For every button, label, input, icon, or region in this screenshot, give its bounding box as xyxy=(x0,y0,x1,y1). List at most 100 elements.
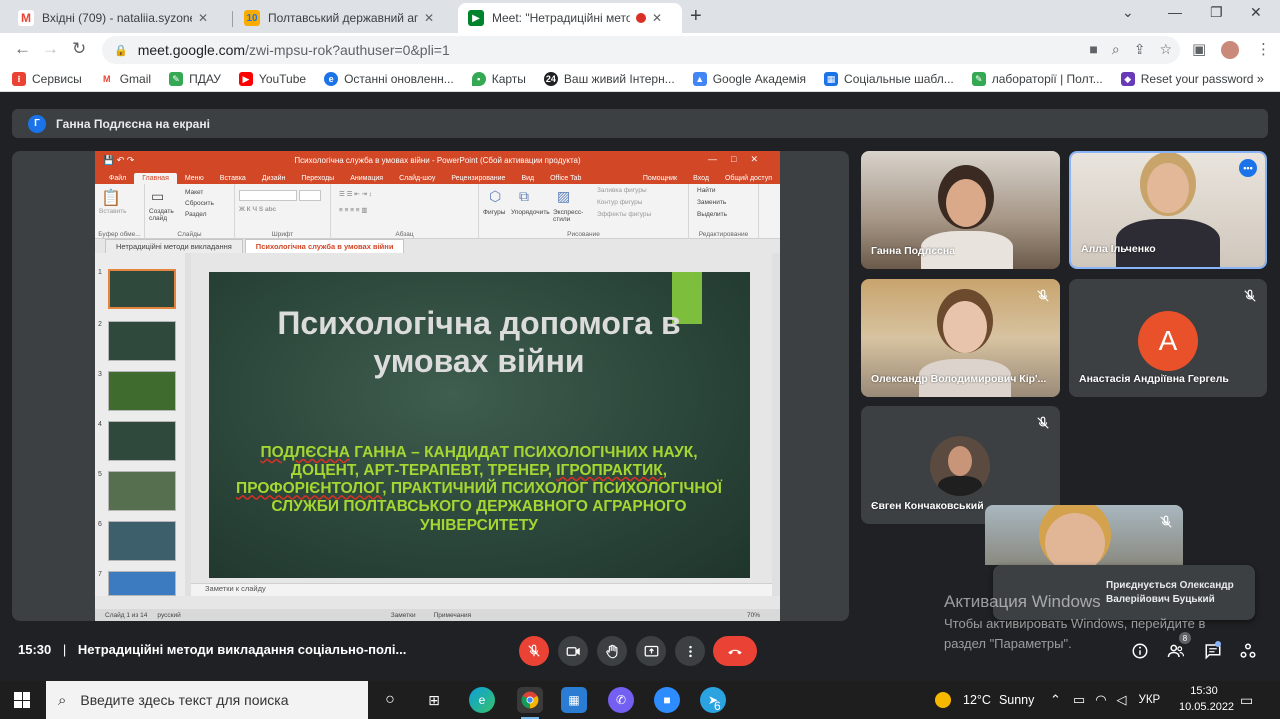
list-icons[interactable]: ☰ ☰ ⇤ ⇥ ↕ xyxy=(339,190,372,198)
bookmark-updates[interactable]: e Останні оновленн... xyxy=(324,72,454,86)
menu-share[interactable]: Общий доступ xyxy=(717,175,780,184)
shapes-icon[interactable]: ⬡ xyxy=(489,188,501,205)
participant-tile-3[interactable]: Олександр Володимирович Кір'... xyxy=(861,279,1060,397)
bookmark-youtube[interactable]: ▶ YouTube xyxy=(238,72,306,86)
find-button[interactable]: Найти xyxy=(697,187,716,194)
lock-icon[interactable]: 🔒 xyxy=(114,44,128,57)
font-format-icons[interactable]: Ж К Ч S abc xyxy=(239,206,276,213)
slide-thumbnail-7[interactable] xyxy=(108,571,176,596)
menu-office-tab[interactable]: Office Tab xyxy=(542,175,589,184)
slide-thumbnail-3[interactable] xyxy=(108,371,176,411)
thumbnail-scrollbar[interactable] xyxy=(185,253,191,596)
volume-icon[interactable]: ◁ xyxy=(1117,692,1127,708)
mic-button[interactable] xyxy=(519,636,549,666)
close-icon[interactable]: ✕ xyxy=(198,11,208,25)
telegram-icon[interactable]: ➤ xyxy=(700,687,726,713)
menu-transitions[interactable]: Переходы xyxy=(293,175,342,184)
close-icon[interactable]: ✕ xyxy=(424,11,434,25)
participant-tile-1[interactable]: Ганна Подлєсна xyxy=(861,151,1060,269)
bookmark-gmail[interactable]: M Gmail xyxy=(99,72,151,86)
section-button[interactable]: Раздел xyxy=(185,211,206,218)
more-options-icon[interactable]: ••• xyxy=(1239,159,1257,177)
arrange-icon[interactable]: ⧉ xyxy=(519,188,529,205)
address-bar[interactable]: 🔒 meet.google.com/zwi-mpsu-rok?authuser=… xyxy=(102,36,1180,64)
menu-animation[interactable]: Анимация xyxy=(342,175,391,184)
menu-login[interactable]: Вход xyxy=(685,175,717,184)
doc-tab-methods[interactable]: Нетрадиційні методи викладання xyxy=(105,239,243,253)
more-options-button[interactable] xyxy=(675,636,705,666)
menu-help[interactable]: Помощник xyxy=(635,175,685,184)
menu-icon[interactable]: ⋮ xyxy=(1256,40,1271,58)
chevron-up-icon[interactable]: ⌃ xyxy=(1050,692,1061,708)
camera-icon[interactable]: ■ xyxy=(1089,41,1097,58)
forward-button[interactable]: → xyxy=(42,39,59,59)
bookmark-labs[interactable]: ✎ лабораторії | Полт... xyxy=(971,72,1103,86)
slide-thumbnail-5[interactable] xyxy=(108,471,176,511)
bookmark-templates[interactable]: ▦ Соціальные шабл... xyxy=(824,72,954,86)
paste-icon[interactable]: 📋 xyxy=(101,188,121,208)
participant-tile-4[interactable]: А Анастасія Андріївна Гергель xyxy=(1069,279,1267,397)
share-icon[interactable]: ⇪ xyxy=(1134,41,1146,58)
zoom-level[interactable]: 70% xyxy=(747,612,780,619)
people-icon[interactable] xyxy=(1167,642,1185,660)
widgets-icon[interactable]: ⊞ xyxy=(421,687,447,713)
slide-thumbnail-4[interactable] xyxy=(108,421,176,461)
replace-button[interactable]: Заменить xyxy=(697,199,726,206)
bookmark-reset[interactable]: ◆ Reset your password xyxy=(1120,72,1253,86)
restore-button[interactable]: ❐ xyxy=(1210,4,1223,21)
notifications-icon[interactable]: ▭ xyxy=(1240,681,1253,719)
new-tab-button[interactable]: + xyxy=(690,5,702,28)
zoom-icon[interactable]: ⌕ xyxy=(1112,41,1120,58)
store-icon[interactable]: ▦ xyxy=(561,687,587,713)
raise-hand-button[interactable] xyxy=(597,636,627,666)
more-bookmarks-icon[interactable]: » xyxy=(1257,71,1264,86)
participant-tile-6[interactable] xyxy=(985,505,1183,565)
bookmark-services[interactable]: ⁝ Сервисы xyxy=(12,72,82,86)
menu-review[interactable]: Рецензирование xyxy=(443,175,513,184)
slide-thumbnail-1[interactable] xyxy=(108,269,176,309)
taskbar-search[interactable]: ⌕ Введите здесь текст для поиска xyxy=(46,681,368,719)
shared-screen[interactable]: 💾 ↶ ↷ Психологічна служба в умовах війни… xyxy=(12,151,849,621)
minimize-button[interactable]: — xyxy=(1168,4,1182,20)
zoom-app-icon[interactable]: ■ xyxy=(654,687,680,713)
doc-tab-psych-service[interactable]: Психологічна служба в умовах війни xyxy=(244,239,405,253)
battery-icon[interactable]: ▭ xyxy=(1073,692,1085,708)
shape-outline-button[interactable]: Контур фигуры xyxy=(597,199,642,206)
profile-avatar[interactable] xyxy=(1219,39,1241,61)
info-icon[interactable] xyxy=(1131,642,1149,660)
new-slide-icon[interactable]: ▭ xyxy=(151,188,164,205)
slide-scrollbar[interactable] xyxy=(772,253,780,596)
reload-button[interactable]: ↻ xyxy=(72,39,86,59)
slide-thumbnail-2[interactable] xyxy=(108,321,176,361)
language-indicator[interactable]: УКР xyxy=(1139,694,1161,706)
camera-button[interactable] xyxy=(558,636,588,666)
menu-design[interactable]: Дизайн xyxy=(254,175,294,184)
windows-start-icon[interactable] xyxy=(14,692,30,708)
menu-slideshow[interactable]: Слайд-шоу xyxy=(391,175,443,184)
chrome-icon[interactable] xyxy=(517,687,543,719)
quick-styles-icon[interactable]: ▨ xyxy=(557,188,570,205)
system-clock[interactable]: 15:30 10.05.2022 xyxy=(1179,684,1234,716)
back-button[interactable]: ← xyxy=(14,39,31,59)
shape-effects-button[interactable]: Эффекты фигуры xyxy=(597,211,651,218)
close-window-button[interactable]: ✕ xyxy=(1250,4,1262,21)
notes-toggle[interactable]: Заметки xyxy=(391,612,416,619)
notes-pane[interactable]: Заметки к слайду xyxy=(191,583,772,596)
side-panel-icon[interactable]: ▣ xyxy=(1192,40,1206,58)
tab-meet[interactable]: ▶ Meet: "Нетрадиційні методи ✕ xyxy=(458,3,682,33)
tab-gmail[interactable]: M Вхідні (709) - nataliia.syzonenko@ ✕ xyxy=(8,3,218,33)
current-slide[interactable]: Психологічна допомога в умовах війни ПОД… xyxy=(209,272,750,578)
tab-pdau[interactable]: 10 Полтавський державний аграрн ✕ xyxy=(234,3,444,33)
align-icons[interactable]: ≡ ≡ ≡ ≡ ▥ xyxy=(339,206,368,214)
slide-thumbnail-6[interactable] xyxy=(108,521,176,561)
layout-button[interactable]: Макет xyxy=(185,189,203,196)
bookmark-pdau[interactable]: ✎ ПДАУ xyxy=(169,72,221,86)
menu-menu[interactable]: Меню xyxy=(177,175,212,184)
menu-view[interactable]: Вид xyxy=(513,175,542,184)
shape-fill-button[interactable]: Заливка фигуры xyxy=(597,187,647,194)
menu-file[interactable]: Файл xyxy=(101,175,134,184)
edge-icon[interactable]: e xyxy=(469,687,495,713)
close-icon[interactable]: ✕ xyxy=(652,11,662,25)
present-button[interactable] xyxy=(636,636,666,666)
menu-insert[interactable]: Вставка xyxy=(212,175,254,184)
